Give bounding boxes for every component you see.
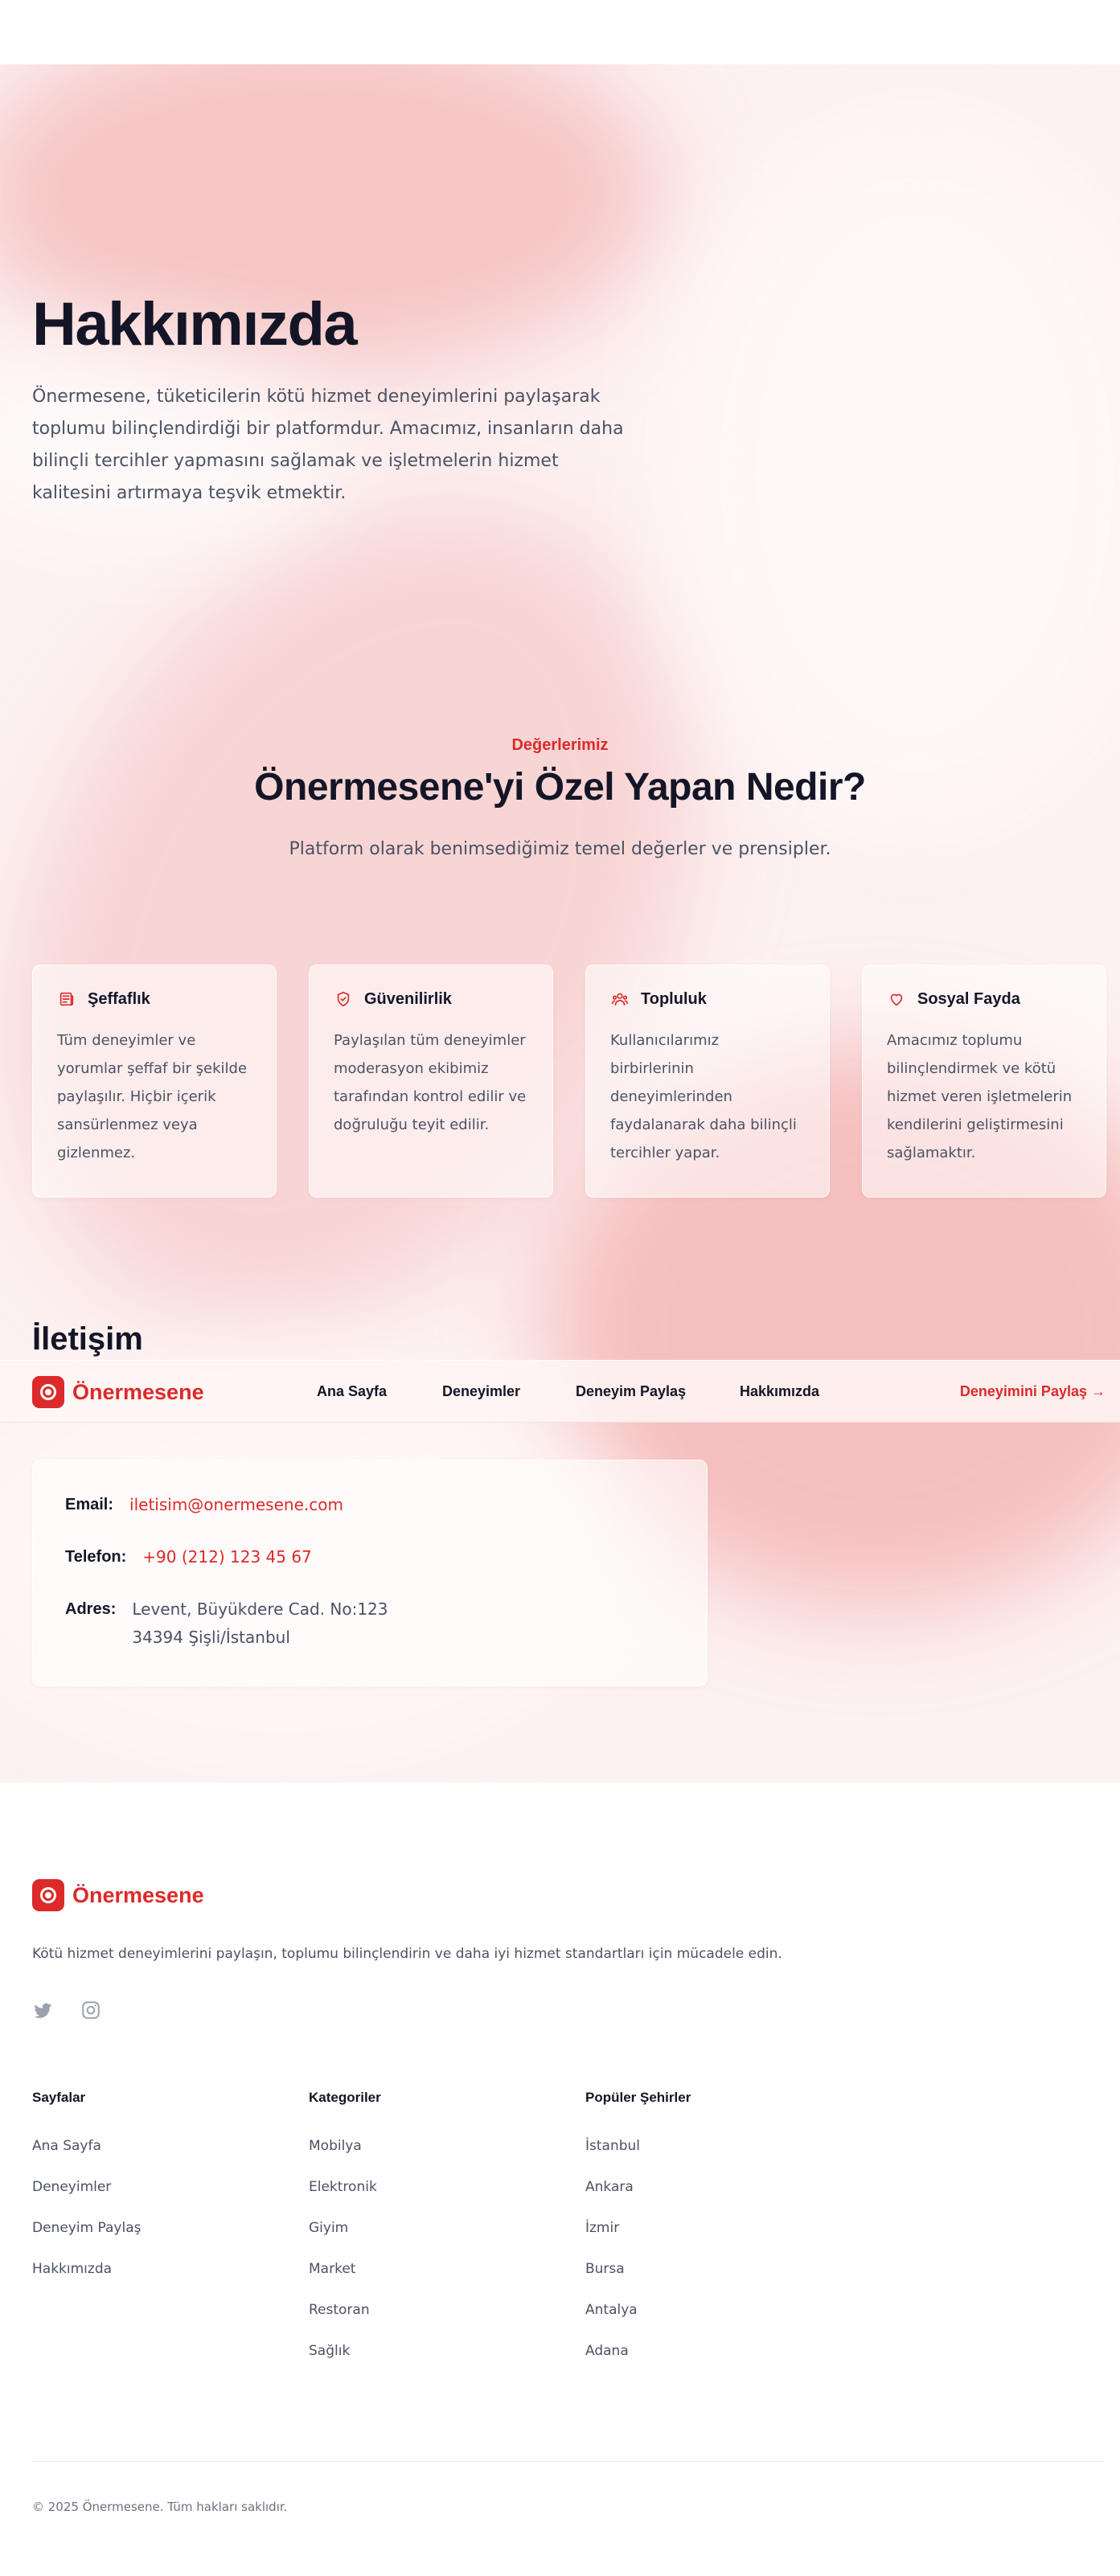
values-title: Önermesene'yi Özel Yapan Nedir? [254, 766, 866, 809]
contact-card: Email: iletisim@onermesene.com Telefon: … [32, 1460, 708, 1686]
logo-icon [32, 1376, 64, 1408]
address-label: Adres: [65, 1600, 117, 1618]
instagram-icon[interactable] [80, 2000, 101, 2021]
phone-label: Telefon: [65, 1548, 127, 1566]
value-card-title: Sosyal Fayda [917, 989, 1020, 1008]
values-eyebrow: Değerlerimiz [511, 736, 609, 754]
footer-link[interactable]: Restoran [309, 2302, 370, 2318]
value-card-title: Topluluk [641, 989, 707, 1008]
logo-icon [32, 1879, 64, 1911]
footer-link[interactable]: Deneyim Paylaş [32, 2220, 142, 2236]
footer-divider [32, 2461, 1104, 2462]
footer-link[interactable]: Elektronik [309, 2179, 377, 2195]
footer-link[interactable]: Ana Sayfa [32, 2138, 101, 2154]
footer-link[interactable]: Giyim [309, 2220, 348, 2236]
value-card-text: Kullanıcılarımız birbirlerinin deneyimle… [610, 1032, 797, 1161]
footer-link[interactable]: İstanbul [585, 2138, 640, 2154]
contact-title: İletişim [32, 1321, 143, 1357]
value-card-text: Tüm deneyimler ve yorumlar şeffaf bir şe… [57, 1032, 248, 1161]
phone-link[interactable]: +90 (212) 123 45 67 [142, 1543, 312, 1571]
nav-link-share[interactable]: Deneyim Paylaş [576, 1383, 686, 1400]
navbar: Önermesene Ana Sayfa Deneyimler Deneyim … [0, 1360, 1120, 1423]
nav-link-experiences[interactable]: Deneyimler [442, 1383, 520, 1400]
footer-brand-name: Önermesene [72, 1882, 204, 1907]
footer-link[interactable]: Antalya [585, 2302, 638, 2318]
shield-check-icon [334, 989, 353, 1009]
value-card-reliability: Güvenilirlik Paylaşılan tüm deneyimler m… [309, 964, 553, 1198]
footer-column-title: Kategoriler [309, 2090, 381, 2105]
footer-link[interactable]: İzmir [585, 2220, 619, 2236]
value-card-title: Şeffaflık [88, 989, 150, 1008]
twitter-icon[interactable] [32, 2000, 53, 2021]
value-card-title: Güvenilirlik [364, 989, 452, 1008]
value-card-text: Amacımız toplumu bilinçlendirmek ve kötü… [887, 1032, 1073, 1161]
newspaper-icon [57, 989, 76, 1009]
footer-link[interactable]: Sağlık [309, 2343, 350, 2359]
footer-link[interactable]: Market [309, 2261, 355, 2277]
footer-link[interactable]: Bursa [585, 2261, 625, 2277]
hero-description: Önermesene, tüketicilerin kötü hizmet de… [32, 387, 624, 503]
brand-name: Önermesene [72, 1379, 204, 1404]
users-icon [610, 989, 630, 1009]
email-link[interactable]: iletisim@onermesene.com [129, 1491, 343, 1519]
footer-link[interactable]: Deneyimler [32, 2179, 111, 2195]
nav-link-about[interactable]: Hakkımızda [740, 1383, 819, 1400]
value-card-social-benefit: Sosyal Fayda Amacımız toplumu bilinçlend… [862, 964, 1106, 1198]
address-value: Levent, Büyükdere Cad. No:123 34394 Şişl… [132, 1595, 388, 1652]
navbar-logo[interactable]: Önermesene [32, 1376, 204, 1408]
address-line-2: 34394 Şişli/İstanbul [132, 1628, 290, 1647]
footer-link[interactable]: Ankara [585, 2179, 634, 2195]
email-label: Email: [65, 1496, 114, 1513]
value-card-transparency: Şeffaflık Tüm deneyimler ve yorumlar şef… [32, 964, 277, 1198]
footer-link[interactable]: Hakkımızda [32, 2261, 112, 2277]
copyright: © 2025 Önermesene. Tüm hakları saklıdır. [32, 2500, 288, 2514]
footer-column-title: Sayfalar [32, 2090, 86, 2105]
page-title: Hakkımızda [32, 290, 358, 358]
footer-column-title: Popüler Şehirler [585, 2090, 691, 2105]
values-subtitle: Platform olarak benimsediğimiz temel değ… [289, 839, 831, 859]
heart-icon [887, 989, 906, 1009]
footer-link[interactable]: Mobilya [309, 2138, 362, 2154]
share-experience-button[interactable]: Deneyimini Paylaş → [960, 1383, 1106, 1400]
address-line-1: Levent, Büyükdere Cad. No:123 [132, 1599, 388, 1619]
nav-link-home[interactable]: Ana Sayfa [317, 1383, 387, 1400]
value-card-community: Topluluk Kullanıcılarımız birbirlerinin … [585, 964, 830, 1198]
footer-link[interactable]: Adana [585, 2343, 629, 2359]
footer-description: Kötü hizmet deneyimlerini paylaşın, topl… [32, 1946, 782, 1962]
footer-logo[interactable]: Önermesene [32, 1879, 204, 1911]
value-card-text: Paylaşılan tüm deneyimler moderasyon eki… [334, 1032, 527, 1133]
